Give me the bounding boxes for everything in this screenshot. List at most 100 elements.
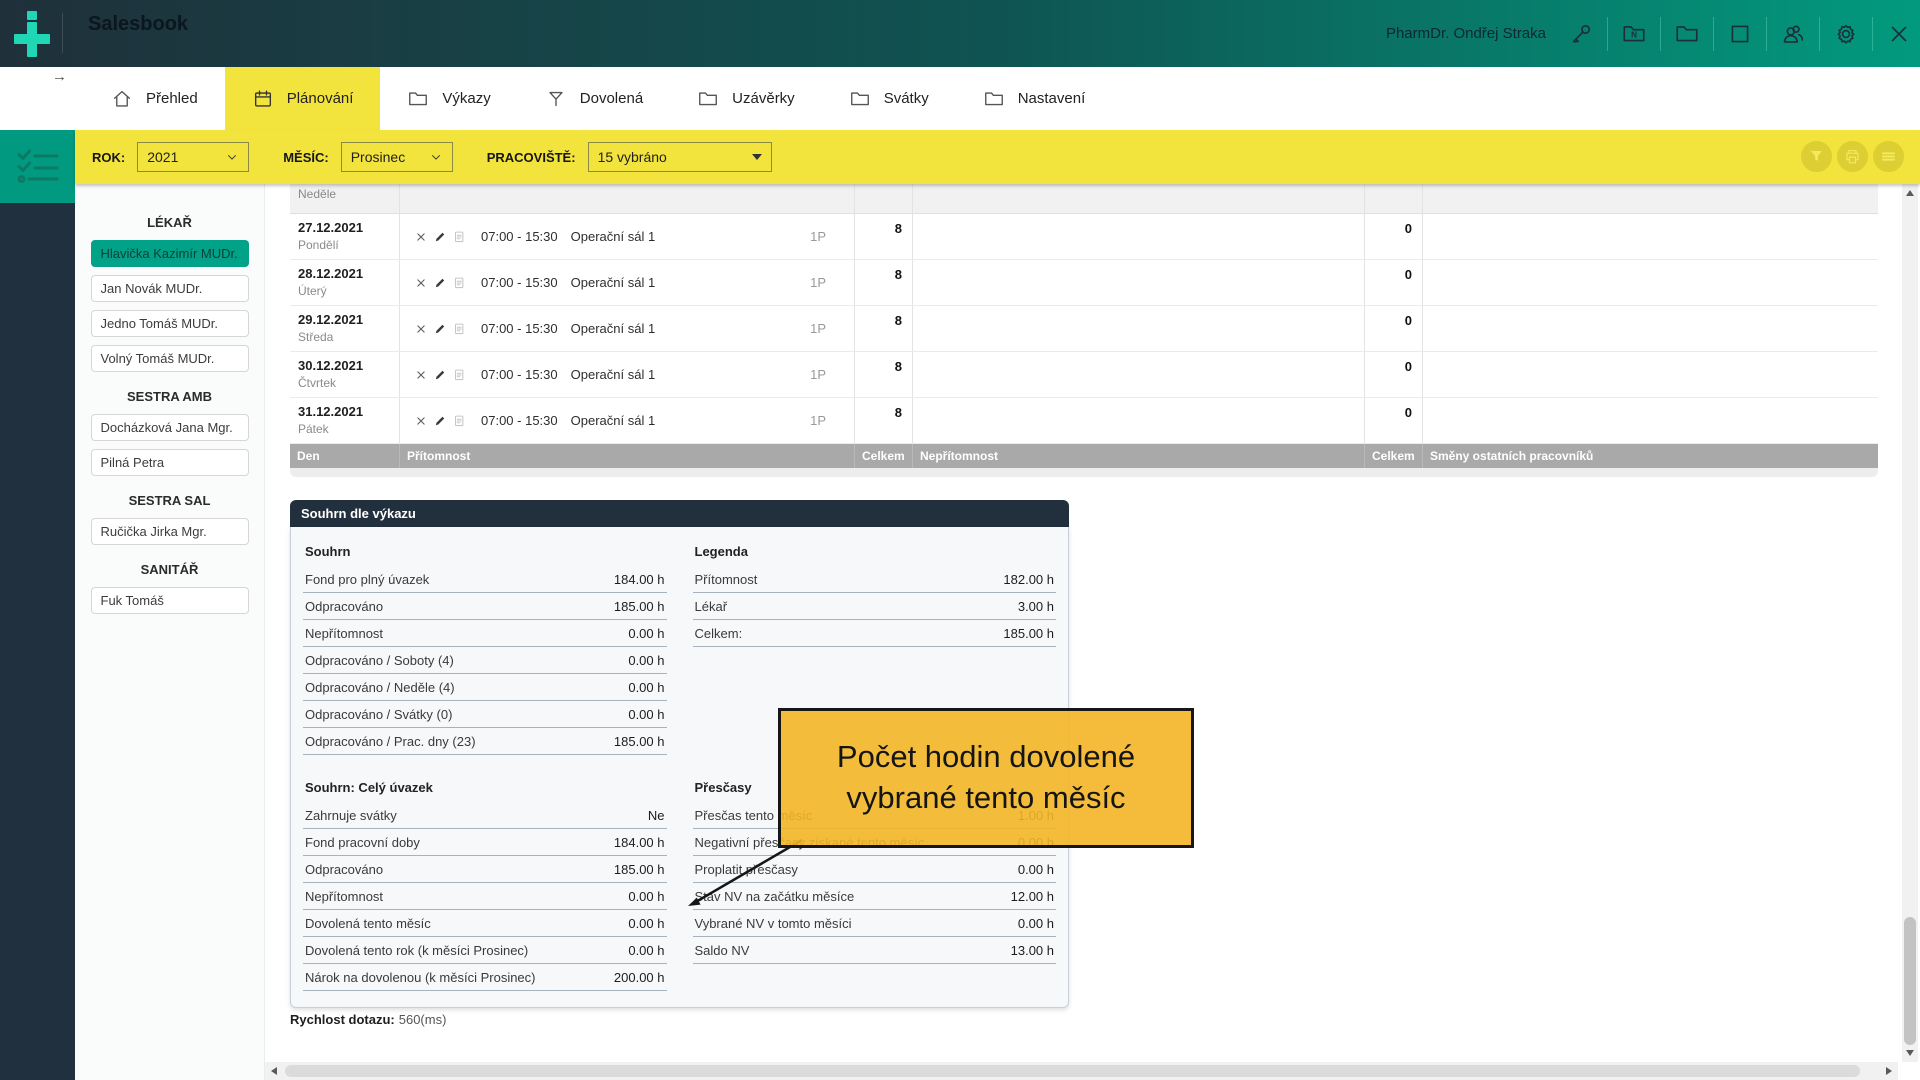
sidebar-group-title: SANITÁŘ bbox=[75, 562, 264, 577]
users-button[interactable] bbox=[1780, 21, 1806, 47]
scroll-down-arrow[interactable] bbox=[1906, 1050, 1914, 1056]
sidebar-item-dochazkova-jana-mgr-[interactable]: Docházková Jana Mgr. bbox=[91, 414, 249, 441]
edit-shift-icon[interactable] bbox=[433, 322, 447, 336]
sidebar-item-rucicka-jirka-mgr-[interactable]: Ručička Jirka Mgr. bbox=[91, 518, 249, 545]
row-date: 31.12.2021 bbox=[298, 404, 399, 420]
other-shifts-cell bbox=[1423, 398, 1878, 443]
tab-label: Výkazy bbox=[442, 90, 490, 107]
folder-button[interactable] bbox=[1674, 21, 1700, 47]
schedule-table: 26.12.2021 Neděle 27.12.2021Pondělí07:00… bbox=[290, 184, 1878, 477]
absence-total: 0 bbox=[1365, 260, 1423, 305]
divider bbox=[1872, 17, 1873, 51]
summary-row-value: Ne bbox=[648, 808, 665, 823]
tab-nastaveni[interactable]: Nastavení bbox=[956, 67, 1113, 130]
scroll-left-arrow[interactable] bbox=[271, 1067, 277, 1075]
delete-shift-icon[interactable] bbox=[414, 414, 428, 428]
row-date: 30.12.2021 bbox=[298, 358, 399, 374]
edit-shift-icon[interactable] bbox=[433, 230, 447, 244]
summary-row-label: Vybrané NV v tomto měsíci bbox=[695, 916, 852, 931]
delete-shift-icon[interactable] bbox=[414, 368, 428, 382]
summary-row: Vybrané NV v tomto měsíci0.00 h bbox=[693, 910, 1057, 937]
summary-row-label: Dovolená tento rok (k měsíci Prosinec) bbox=[305, 943, 528, 958]
delete-shift-icon[interactable] bbox=[414, 230, 428, 244]
summary-row-value: 12.00 h bbox=[1011, 889, 1054, 904]
close-button[interactable] bbox=[1886, 21, 1912, 47]
shift-place: Operační sál 1 bbox=[571, 275, 656, 290]
horizontal-scrollbar[interactable] bbox=[265, 1062, 1898, 1080]
absence-cell bbox=[913, 306, 1365, 351]
main-nav: → PřehledPlánování Výkazy DovolenáUzávěrky… bbox=[0, 67, 1920, 130]
print-button[interactable] bbox=[1837, 141, 1868, 172]
tab-vykazy[interactable]: Výkazy bbox=[380, 67, 517, 130]
sidebar-item-jan-novak-mudr-[interactable]: Jan Novák MUDr. bbox=[91, 275, 249, 302]
tab-planovani[interactable]: Plánování bbox=[225, 67, 381, 130]
col-header: Směny ostatních pracovníků bbox=[1423, 444, 1878, 468]
collapse-arrow-icon[interactable]: → bbox=[52, 68, 67, 85]
gear-button[interactable] bbox=[1833, 21, 1859, 47]
folder-icon bbox=[407, 88, 429, 110]
year-select[interactable]: 2021 bbox=[137, 142, 249, 172]
header-icon-group: N bbox=[1568, 17, 1912, 51]
divider bbox=[1766, 17, 1767, 51]
copy-shift-icon[interactable] bbox=[452, 322, 466, 336]
vertical-scroll-thumb[interactable] bbox=[1904, 917, 1916, 1045]
checklist-icon bbox=[16, 147, 60, 187]
tab-uzaverky[interactable]: Uzávěrky bbox=[670, 67, 822, 130]
sidebar-item-fuk-tomas[interactable]: Fuk Tomáš bbox=[91, 587, 249, 614]
table-rows: 27.12.2021Pondělí07:00 - 15:30Operační s… bbox=[290, 214, 1878, 444]
summary-row: Dovolená tento měsíc0.00 h bbox=[303, 910, 667, 937]
summary-row-label: Nárok na dovolenou (k měsíci Prosinec) bbox=[305, 970, 536, 985]
copy-shift-icon[interactable] bbox=[452, 368, 466, 382]
delete-shift-icon[interactable] bbox=[414, 322, 428, 336]
summary-row: Odpracováno / Prac. dny (23)185.00 h bbox=[303, 728, 667, 755]
divider bbox=[1713, 17, 1714, 51]
copy-shift-icon[interactable] bbox=[452, 276, 466, 290]
scroll-right-arrow[interactable] bbox=[1886, 1067, 1892, 1075]
key-button[interactable] bbox=[1568, 21, 1594, 47]
filter-button[interactable] bbox=[1801, 141, 1832, 172]
absence-total: 0 bbox=[1365, 306, 1423, 351]
summary-row-label: Celkem: bbox=[695, 626, 743, 641]
table-row: 29.12.2021Středa07:00 - 15:30Operační sá… bbox=[290, 306, 1878, 352]
horizontal-scroll-thumb[interactable] bbox=[285, 1065, 1860, 1077]
folder-n-button[interactable]: N bbox=[1621, 21, 1647, 47]
summary-row-label: Lékař bbox=[695, 599, 728, 614]
edit-shift-icon[interactable] bbox=[433, 276, 447, 290]
filter-icon bbox=[1807, 147, 1826, 166]
tab-prehled[interactable]: Přehled bbox=[84, 67, 225, 130]
workplace-select[interactable]: 15 vybráno bbox=[588, 142, 772, 172]
absence-total: 0 bbox=[1365, 352, 1423, 397]
row-day: Čtvrtek bbox=[298, 376, 399, 391]
summary-row-value: 0.00 h bbox=[628, 916, 664, 931]
tab-dovolena[interactable]: Dovolená bbox=[518, 67, 670, 130]
sidebar-item-volny-tomas-mudr-[interactable]: Volný Tomáš MUDr. bbox=[91, 345, 249, 372]
summary-row: Odpracováno / Neděle (4)0.00 h bbox=[303, 674, 667, 701]
tab-svatky[interactable]: Svátky bbox=[822, 67, 956, 130]
sidebar-item-pilna-petra[interactable]: Pilná Petra bbox=[91, 449, 249, 476]
row-date: 27.12.2021 bbox=[298, 220, 399, 236]
edit-shift-icon[interactable] bbox=[433, 368, 447, 382]
summary-row-label: Proplatit přesčasy bbox=[695, 862, 798, 877]
delete-shift-icon[interactable] bbox=[414, 276, 428, 290]
edit-shift-icon[interactable] bbox=[433, 414, 447, 428]
summary-row: Proplatit přesčasy 0.00 h bbox=[693, 856, 1057, 883]
users-icon bbox=[1780, 21, 1806, 47]
window-button[interactable] bbox=[1727, 21, 1753, 47]
summary-row: Fond pro plný úvazek184.00 h bbox=[303, 566, 667, 593]
summary-row-value: 0.00 h bbox=[628, 653, 664, 668]
absence-cell bbox=[913, 398, 1365, 443]
copy-shift-icon[interactable] bbox=[452, 230, 466, 244]
sidebar-item-hlavicka-kazimir-mudr-[interactable]: Hlavička Kazimír MUDr. bbox=[91, 240, 249, 267]
planning-list-button[interactable] bbox=[0, 130, 75, 203]
vertical-scrollbar[interactable] bbox=[1902, 184, 1918, 1062]
month-select[interactable]: Prosinec bbox=[341, 142, 453, 172]
sidebar-item-jedno-tomas-mudr-[interactable]: Jedno Tomáš MUDr. bbox=[91, 310, 249, 337]
summary-row-value: 0.00 h bbox=[1018, 862, 1054, 877]
chevron-down-icon bbox=[429, 150, 443, 164]
shift-code: 1P bbox=[810, 229, 826, 244]
menu-button[interactable] bbox=[1873, 141, 1904, 172]
copy-shift-icon[interactable] bbox=[452, 414, 466, 428]
scroll-up-arrow[interactable] bbox=[1906, 190, 1914, 196]
absence-cell bbox=[913, 260, 1365, 305]
summary-row: Odpracováno185.00 h bbox=[303, 856, 667, 883]
